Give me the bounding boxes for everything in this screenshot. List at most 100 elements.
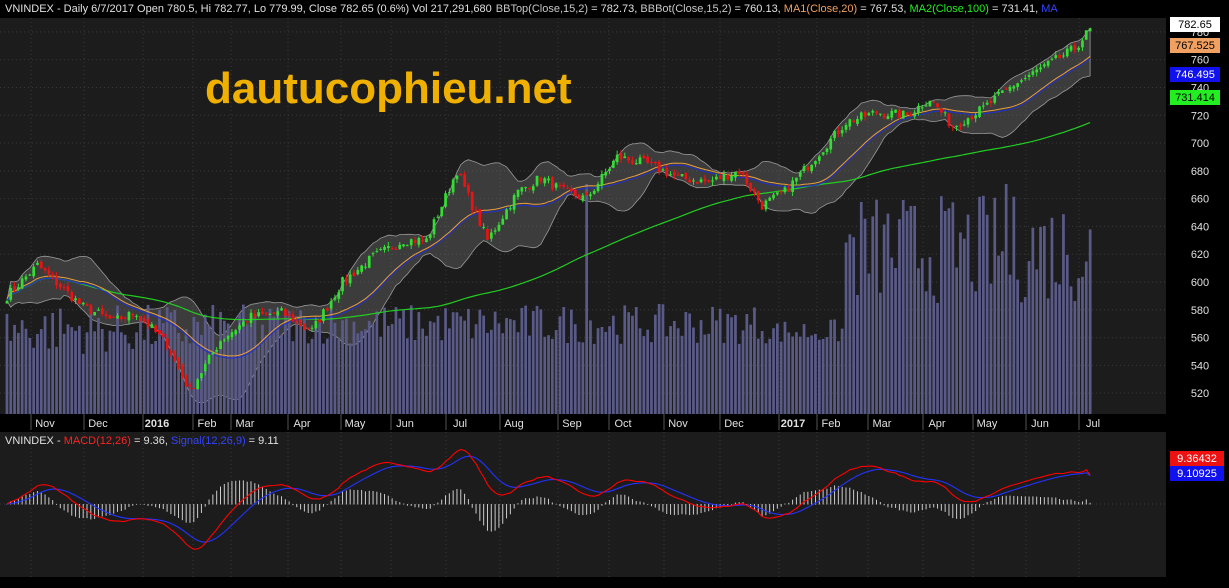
main-header: VNINDEX - Daily 6/7/2017 Open 780.5, Hi … (5, 3, 1058, 15)
volume-bar (367, 320, 371, 414)
volume-bar (192, 316, 196, 414)
volume-bar (692, 327, 695, 414)
candle-body (131, 313, 135, 316)
candle-body (669, 174, 672, 176)
volume-bar (280, 335, 283, 414)
volume-bar (943, 211, 947, 414)
volume-bar (875, 199, 878, 414)
volume-bar (829, 319, 833, 414)
candle-body (20, 278, 24, 289)
candle-body (146, 319, 150, 327)
volume-bar (1081, 276, 1084, 414)
volume-bar (158, 309, 161, 414)
volume-bar (840, 328, 844, 414)
candle-body (55, 276, 58, 286)
volume-bar (59, 308, 62, 414)
volume-bar (257, 344, 260, 414)
candle-body (394, 248, 398, 250)
candle-body (554, 183, 558, 188)
volume-bar (669, 326, 672, 414)
volume-bar (814, 333, 817, 414)
candle-body (211, 352, 215, 355)
candle-body (543, 178, 547, 184)
candle-body (970, 116, 974, 120)
volume-bar (398, 318, 402, 414)
volume-bar (1004, 184, 1008, 414)
candle-body (47, 269, 51, 275)
candle-body (833, 130, 836, 139)
volume-bar (20, 320, 24, 414)
candle-body (814, 161, 817, 165)
volume-bar (207, 325, 211, 414)
volume-bar (150, 343, 154, 414)
candle-body (177, 361, 180, 368)
candle-body (440, 206, 444, 216)
candle-body (852, 120, 855, 123)
volume-bar (997, 255, 1000, 414)
candle-body (51, 274, 54, 277)
candle-body (173, 353, 177, 360)
volume-bar (482, 315, 485, 414)
volume-bar (623, 305, 627, 414)
volume-bar (1027, 261, 1031, 414)
volume-bar (1062, 214, 1065, 414)
candle-body (116, 315, 119, 319)
candle-body (154, 325, 157, 332)
candle-body (798, 172, 802, 177)
candle-body (501, 218, 505, 225)
candle-body (890, 110, 894, 118)
candle-body (28, 274, 32, 276)
volume-bar (631, 315, 634, 414)
volume-bar (619, 343, 623, 414)
volume-bar (642, 336, 646, 414)
volume-bar (211, 305, 215, 414)
candle-body (272, 312, 276, 314)
candle-body (783, 187, 787, 193)
candle-body (223, 339, 226, 341)
volume-bar (810, 335, 813, 414)
volume-bar (436, 315, 440, 414)
candle-body (978, 106, 981, 117)
candle-body (859, 112, 863, 120)
volume-bar (676, 328, 680, 414)
candle-body (741, 172, 745, 175)
candle-body (806, 166, 810, 171)
volume-bar (268, 308, 272, 414)
candle-body (1077, 47, 1080, 50)
candle-body (772, 194, 775, 199)
volume-bar (806, 337, 810, 414)
volume-bar (486, 332, 489, 414)
volume-bar (383, 307, 386, 414)
candle-body (871, 111, 875, 113)
volume-bar (78, 325, 81, 414)
candle-body (1043, 64, 1046, 67)
volume-bar (417, 312, 421, 414)
date-tick-label: Feb (822, 418, 841, 430)
volume-bar (287, 311, 291, 414)
candle-body (509, 208, 512, 210)
candle-body (631, 160, 634, 164)
candle-body (215, 349, 218, 352)
volume-bar (577, 341, 581, 414)
candle-body (680, 174, 684, 177)
volume-bar (505, 318, 508, 414)
candle-body (253, 313, 257, 317)
candle-body (615, 154, 619, 163)
volume-bar (406, 338, 409, 414)
candle-body (673, 172, 676, 176)
candle-body (650, 161, 653, 163)
candle-body (379, 249, 382, 251)
volume-bar (627, 312, 630, 414)
date-tick-label: Mar (236, 418, 255, 430)
volume-bar (81, 353, 85, 414)
candle-body (108, 315, 112, 319)
bbbot-value: = 760.13, (732, 3, 784, 15)
candle-body (81, 302, 85, 305)
volume-bar (913, 206, 916, 414)
volume-bar (924, 291, 928, 414)
volume-bar (409, 305, 413, 414)
volume-bar (497, 323, 501, 414)
volume-bar (1012, 196, 1016, 414)
candle-body (993, 96, 997, 103)
volume-bar (703, 334, 707, 414)
